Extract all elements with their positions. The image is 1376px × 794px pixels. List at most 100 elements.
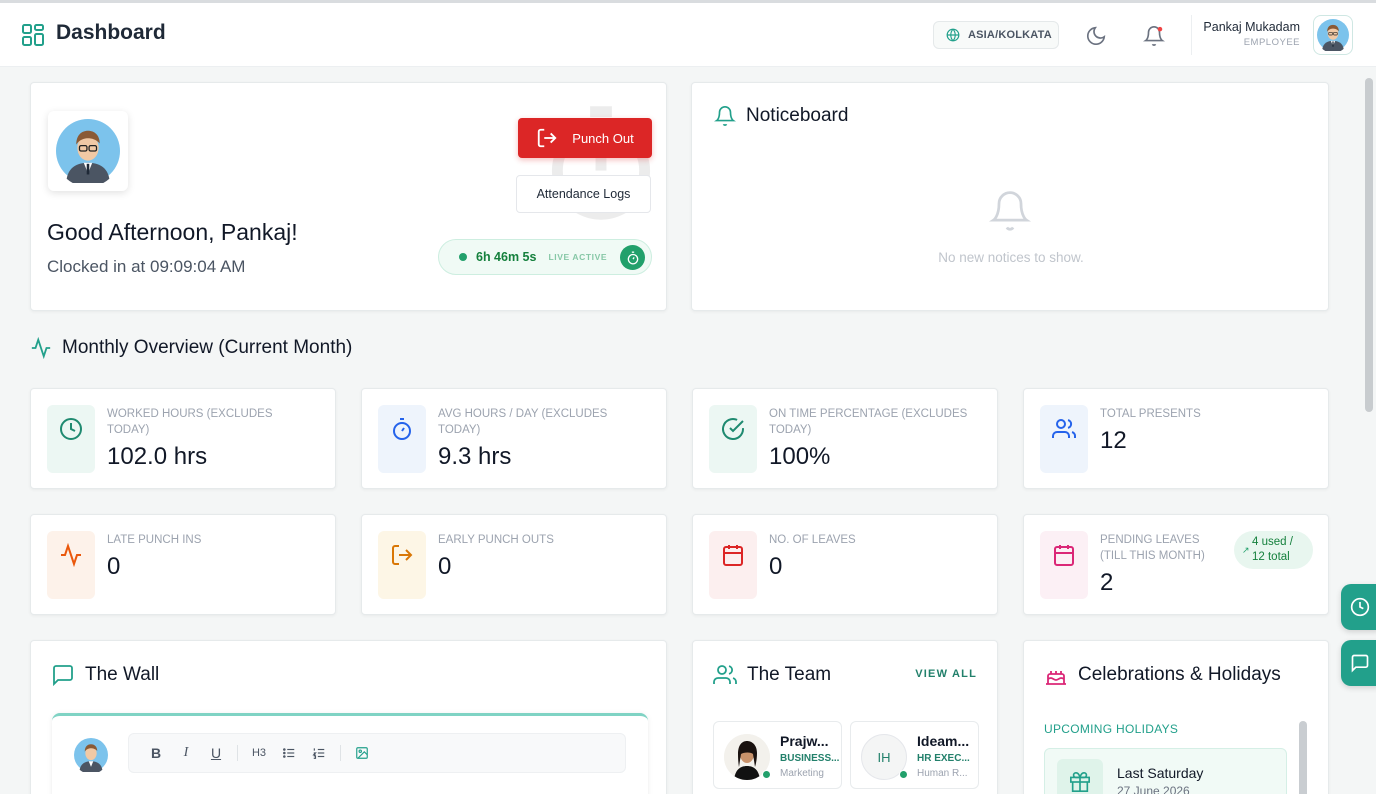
punch-out-button[interactable]: Punch Out bbox=[518, 118, 652, 158]
stat-value: 12 bbox=[1100, 427, 1127, 454]
stopwatch-icon bbox=[378, 405, 426, 473]
underline-button[interactable]: U bbox=[201, 738, 231, 768]
stat-card-worked-hours: WORKED HOURS (EXCLUDES TODAY) 102.0 hrs bbox=[30, 388, 336, 489]
stat-value: 0 bbox=[107, 553, 121, 580]
dashboard-grid-icon bbox=[22, 24, 44, 46]
team-member-card[interactable]: Prajw... BUSINESS... Marketing bbox=[713, 721, 842, 789]
gift-icon bbox=[1057, 759, 1103, 794]
stat-label: TOTAL PRESENTS bbox=[1100, 408, 1201, 420]
toolbar-divider bbox=[340, 745, 341, 761]
bell-icon bbox=[714, 106, 736, 126]
message-square-icon bbox=[1351, 654, 1369, 673]
user-name[interactable]: Pankaj Mukadam bbox=[1203, 20, 1300, 34]
user-role: EMPLOYEE bbox=[1243, 37, 1300, 48]
bold-button[interactable]: B bbox=[141, 738, 171, 768]
clock-icon bbox=[1350, 597, 1370, 617]
avatar-image bbox=[74, 738, 108, 775]
page-title: Dashboard bbox=[56, 21, 166, 44]
live-status-dot bbox=[459, 253, 467, 261]
post-editor: B I U H3 bbox=[52, 713, 648, 794]
trend-arrow-icon: ↗ bbox=[1242, 545, 1250, 555]
calendar-icon bbox=[1040, 531, 1088, 599]
header-divider bbox=[1191, 15, 1192, 55]
leave-badge-line2: 12 total bbox=[1252, 551, 1290, 563]
scrollbar-thumb[interactable] bbox=[1365, 78, 1373, 412]
italic-button[interactable]: I bbox=[171, 738, 201, 768]
noticeboard-title: Noticeboard bbox=[746, 105, 849, 126]
stat-label: WORKED HOURS (EXCLUDES TODAY) bbox=[107, 408, 273, 436]
image-icon[interactable] bbox=[347, 738, 377, 768]
team-header: The Team bbox=[713, 663, 831, 687]
noticeboard-card: Noticeboard No new notices to show. bbox=[691, 82, 1329, 311]
stat-value: 2 bbox=[1100, 569, 1114, 596]
welcome-card: Good Afternoon, Pankaj! Clocked in at 09… bbox=[30, 82, 667, 311]
profile-avatar bbox=[48, 111, 128, 191]
editor-toolbar: B I U H3 bbox=[128, 733, 626, 773]
noticeboard-header: Noticeboard bbox=[714, 105, 848, 127]
online-status-dot bbox=[899, 770, 908, 779]
stat-card-avg-hours: AVG HOURS / DAY (EXCLUDES TODAY) 9.3 hrs bbox=[361, 388, 667, 489]
attendance-logs-button[interactable]: Attendance Logs bbox=[516, 175, 651, 213]
celebrations-header: Celebrations & Holidays bbox=[1044, 663, 1281, 687]
live-timer: 6h 46m 5s LIVE ACTIVE bbox=[438, 239, 652, 275]
toolbar-divider bbox=[237, 745, 238, 761]
globe-icon bbox=[946, 28, 960, 42]
leave-badge-line1: 4 used / bbox=[1252, 536, 1293, 548]
cake-icon bbox=[1046, 666, 1066, 685]
celebrations-title: Celebrations & Holidays bbox=[1078, 664, 1281, 685]
holidays-scrollbar[interactable] bbox=[1299, 721, 1307, 794]
member-name: Prajw... bbox=[780, 733, 829, 749]
greeting-text: Good Afternoon, Pankaj! bbox=[47, 219, 298, 245]
monthly-overview-title: Monthly Overview (Current Month) bbox=[62, 337, 353, 358]
stat-label: NO. OF LEAVES bbox=[769, 534, 856, 546]
bell-icon[interactable] bbox=[1143, 25, 1165, 47]
stat-label: EARLY PUNCH OUTS bbox=[438, 534, 554, 546]
wall-title: The Wall bbox=[85, 664, 160, 685]
team-card: The Team VIEW ALL Prajw... BUSINESS... M… bbox=[692, 640, 998, 794]
logout-icon bbox=[378, 531, 426, 599]
floating-clock-button[interactable] bbox=[1341, 584, 1376, 630]
floating-chat-button[interactable] bbox=[1341, 640, 1376, 686]
stat-card-pending-leaves: PENDING LEAVES (TILL THIS MONTH) 2 ↗ 4 u… bbox=[1023, 514, 1329, 615]
member-department: Marketing bbox=[780, 768, 824, 779]
user-avatar[interactable] bbox=[1313, 15, 1353, 55]
timezone-selector[interactable]: ASIA/KOLKATA bbox=[933, 21, 1059, 49]
wall-card: The Wall B I U H3 bbox=[30, 640, 667, 794]
view-all-link[interactable]: VIEW ALL bbox=[915, 668, 977, 680]
bullet-list-icon[interactable] bbox=[274, 738, 304, 768]
numbered-list-icon[interactable] bbox=[304, 738, 334, 768]
moon-icon[interactable] bbox=[1085, 25, 1107, 47]
timer-value: 6h 46m 5s bbox=[476, 250, 537, 264]
avatar-image bbox=[1317, 19, 1349, 53]
punch-out-label: Punch Out bbox=[572, 130, 634, 146]
stat-label: LATE PUNCH INS bbox=[107, 534, 202, 546]
timezone-label: ASIA/KOLKATA bbox=[968, 29, 1052, 41]
calendar-icon bbox=[709, 531, 757, 599]
holiday-date: 27 June 2026 bbox=[1117, 784, 1190, 794]
empty-notices-text: No new notices to show. bbox=[938, 250, 1084, 265]
users-icon bbox=[713, 665, 737, 684]
clocked-in-text: Clocked in at 09:09:04 AM bbox=[47, 257, 246, 276]
stopwatch-icon bbox=[620, 245, 645, 270]
monthly-overview-header: Monthly Overview (Current Month) bbox=[30, 337, 352, 359]
users-icon bbox=[1040, 405, 1088, 473]
logout-icon bbox=[538, 128, 557, 148]
heading3-button[interactable]: H3 bbox=[244, 738, 274, 768]
top-header: Dashboard ASIA/KOLKATA Pankaj Mukadam EM… bbox=[0, 3, 1376, 67]
member-name: Ideam... bbox=[917, 733, 970, 749]
stat-label: ON TIME PERCENTAGE (EXCLUDES TODAY) bbox=[769, 408, 968, 436]
message-square-icon bbox=[53, 665, 73, 687]
live-active-label: LIVE ACTIVE bbox=[548, 252, 608, 262]
member-role: BUSINESS... bbox=[780, 753, 840, 764]
stat-card-on-time: ON TIME PERCENTAGE (EXCLUDES TODAY) 100% bbox=[692, 388, 998, 489]
upcoming-holidays-label: UPCOMING HOLIDAYS bbox=[1044, 722, 1179, 736]
stat-card-early-punch-outs: EARLY PUNCH OUTS 0 bbox=[361, 514, 667, 615]
activity-icon bbox=[31, 337, 51, 359]
holiday-name: Last Saturday bbox=[1117, 765, 1204, 781]
clock-icon bbox=[47, 405, 95, 473]
leave-usage-badge: ↗ 4 used / 12 total bbox=[1234, 531, 1313, 569]
activity-icon bbox=[47, 531, 95, 599]
stat-card-late-punch-ins: LATE PUNCH INS 0 bbox=[30, 514, 336, 615]
avatar-image bbox=[56, 119, 120, 187]
team-member-card[interactable]: IH Ideam... HR EXEC... Human R... bbox=[850, 721, 979, 789]
